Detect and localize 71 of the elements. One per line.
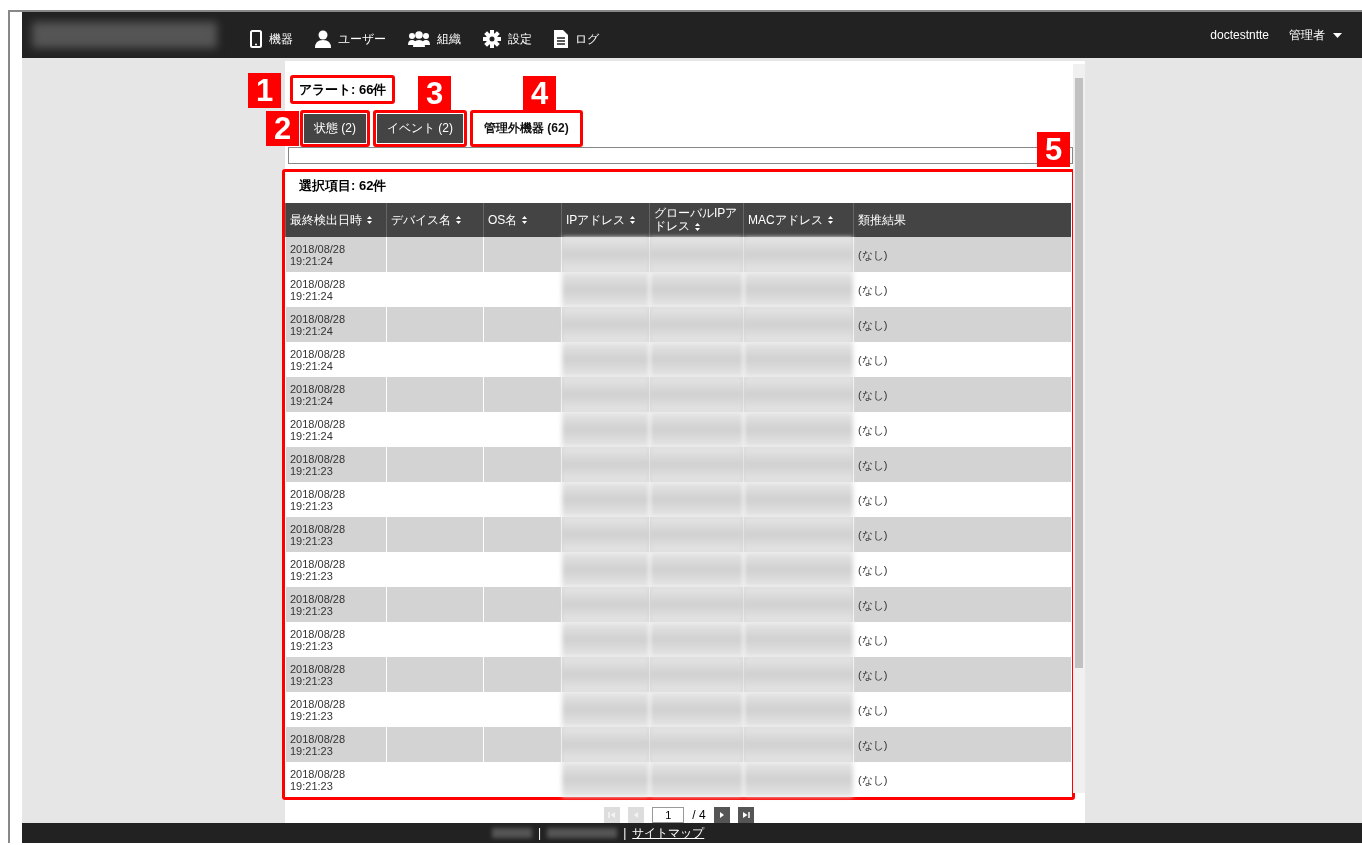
tab[interactable]: イベント (2) [377,114,463,143]
callout-number: 5 [1037,132,1070,167]
table-cell-text: 2018/08/28 19:21:23 [290,592,347,617]
table-cell: (なし) [858,528,888,541]
table-cell-text: 2018/08/28 19:21:23 [290,697,347,722]
separator: | [623,826,627,840]
phone-icon [250,30,262,48]
document-icon [554,30,568,48]
table-cell: (なし) [858,248,888,261]
table-cell-text: 2018/08/28 19:21:23 [290,522,347,547]
separator: | [538,826,542,840]
nav-link[interactable]: 機器 [250,30,293,48]
table-cell: (なし) [858,563,888,576]
sitemap-link[interactable]: サイトマップ [632,824,705,842]
table-cell-text: 2018/08/28 19:21:23 [290,627,347,652]
page-input[interactable]: 1 [652,807,685,823]
table-cell-text: 2018/08/28 19:21:23 [290,557,347,582]
username: doctestntte [1210,28,1269,42]
people-icon [408,31,430,47]
column-header[interactable]: 最終検出日時 [285,203,387,237]
column-header[interactable]: IPアドレス [561,203,650,237]
selection-count: 選択項目: 62件 [298,177,388,195]
column-header[interactable]: OS名 [483,203,562,237]
table-cell: (なし) [858,283,888,296]
table-cell: (なし) [858,423,888,436]
table-cell-text: 2018/08/28 19:21:24 [290,347,347,372]
callout-number: 2 [266,111,299,146]
column-header[interactable]: グローバルIPアドレス [649,203,744,237]
page-button[interactable] [713,807,730,823]
nav-link[interactable]: 設定 [483,30,532,48]
role-menu[interactable]: 管理者 [1289,26,1342,44]
tab[interactable]: 状態 (2) [304,114,366,143]
caret-icon [1333,32,1342,38]
table-cell: (なし) [858,493,888,506]
table-cell: (なし) [858,633,888,646]
nav-link[interactable]: ログ [554,30,599,48]
scrollbar[interactable] [1073,64,1085,793]
table-cell: (なし) [858,458,888,471]
table-cell-text: 2018/08/28 19:21:24 [290,417,347,442]
table-cell-text: 2018/08/28 19:21:24 [290,277,347,302]
nav-link[interactable]: 組織 [408,30,461,48]
table-cell-text: 2018/08/28 19:21:24 [290,382,347,407]
table-cell: (なし) [858,598,888,611]
page-button[interactable] [737,807,754,823]
alert-title: アラート: 66件 [299,82,387,97]
settings-icon [483,30,501,48]
table-cell-text: 2018/08/28 19:21:23 [290,452,347,477]
table-cell-text: 2018/08/28 19:21:24 [290,312,347,337]
callout-number: 1 [248,73,281,108]
table-cell: (なし) [858,353,888,366]
callout-number: 3 [418,76,451,111]
person-icon [315,30,331,48]
column-header[interactable]: デバイス名 [386,203,484,237]
nav-link[interactable]: ユーザー [315,30,386,48]
table-cell: (なし) [858,668,888,681]
column-header[interactable]: 類推結果 [853,203,1071,237]
table-cell: (なし) [858,773,888,786]
table-cell: (なし) [858,388,888,401]
redacted-block [492,828,532,838]
table-cell: (なし) [858,738,888,751]
table-cell: (なし) [858,703,888,716]
table-cell-text: 2018/08/28 19:21:23 [290,732,347,757]
column-header[interactable]: MACアドレス [743,203,854,237]
table-cell: (なし) [858,318,888,331]
table-cell-text: 2018/08/28 19:21:23 [290,487,347,512]
redacted-block [547,828,618,838]
table-cell-text: 2018/08/28 19:21:23 [290,662,347,687]
callout-number: 4 [523,76,556,111]
page-total: / 4 [692,808,706,822]
table-cell-text: 2018/08/28 19:21:24 [290,242,347,267]
table-cell-text: 2018/08/28 19:21:23 [290,767,347,792]
